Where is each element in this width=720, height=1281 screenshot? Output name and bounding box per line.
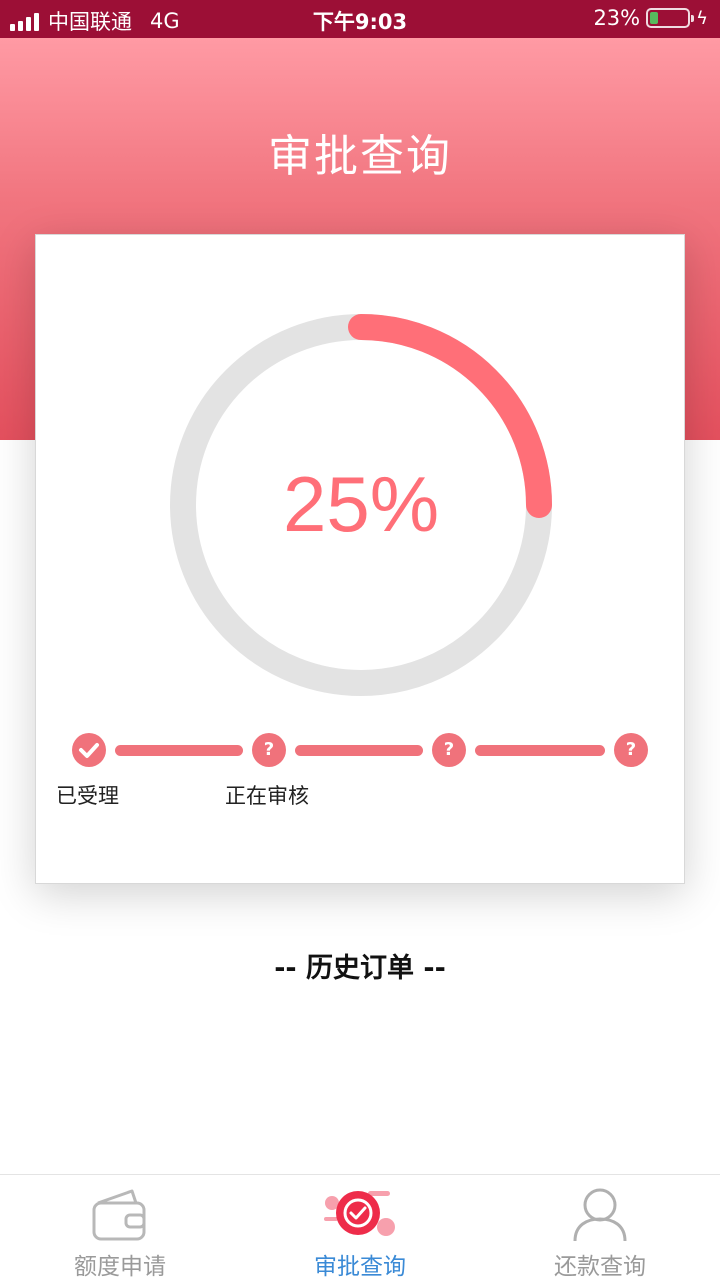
- tab-repayment-query[interactable]: 还款查询: [480, 1175, 720, 1281]
- progress-card: 25% 已受理? 正在审核??: [35, 234, 685, 884]
- tab-label: 审批查询: [314, 1254, 406, 1280]
- check-icon: [72, 733, 106, 767]
- tab-label: 还款查询: [554, 1254, 646, 1280]
- charging-icon: ϟ: [696, 7, 708, 29]
- status-right: 23% ϟ: [593, 6, 708, 30]
- history-orders-title: -- 历史订单 --: [274, 953, 446, 984]
- question-icon: ?: [252, 733, 286, 767]
- step-label: 正在审核: [225, 784, 309, 808]
- progress-steps: 已受理? 正在审核??: [36, 235, 686, 885]
- battery-level: [650, 12, 659, 24]
- tab-quota-apply[interactable]: 额度申请: [0, 1175, 240, 1281]
- step-connector: [295, 745, 423, 756]
- approval-check-icon: [324, 1191, 395, 1236]
- step-connector: [475, 745, 605, 756]
- wallet-icon: [92, 1189, 146, 1241]
- tab-approval-query[interactable]: 审批查询: [240, 1175, 480, 1281]
- tab-label: 额度申请: [74, 1254, 166, 1280]
- user-icon: [573, 1188, 627, 1242]
- battery-icon: [646, 8, 695, 28]
- status-bar: 中国联通 4G 下午9:03 23% ϟ: [0, 0, 720, 38]
- page-title: 审批查询: [268, 131, 452, 182]
- question-icon: ?: [614, 733, 648, 767]
- step-connector: [115, 745, 243, 756]
- tab-bar: 额度申请 审批查询 还款查询: [0, 1174, 720, 1280]
- step-label: 已受理: [56, 784, 119, 808]
- battery-percent: 23%: [593, 6, 641, 30]
- question-icon: ?: [432, 733, 466, 767]
